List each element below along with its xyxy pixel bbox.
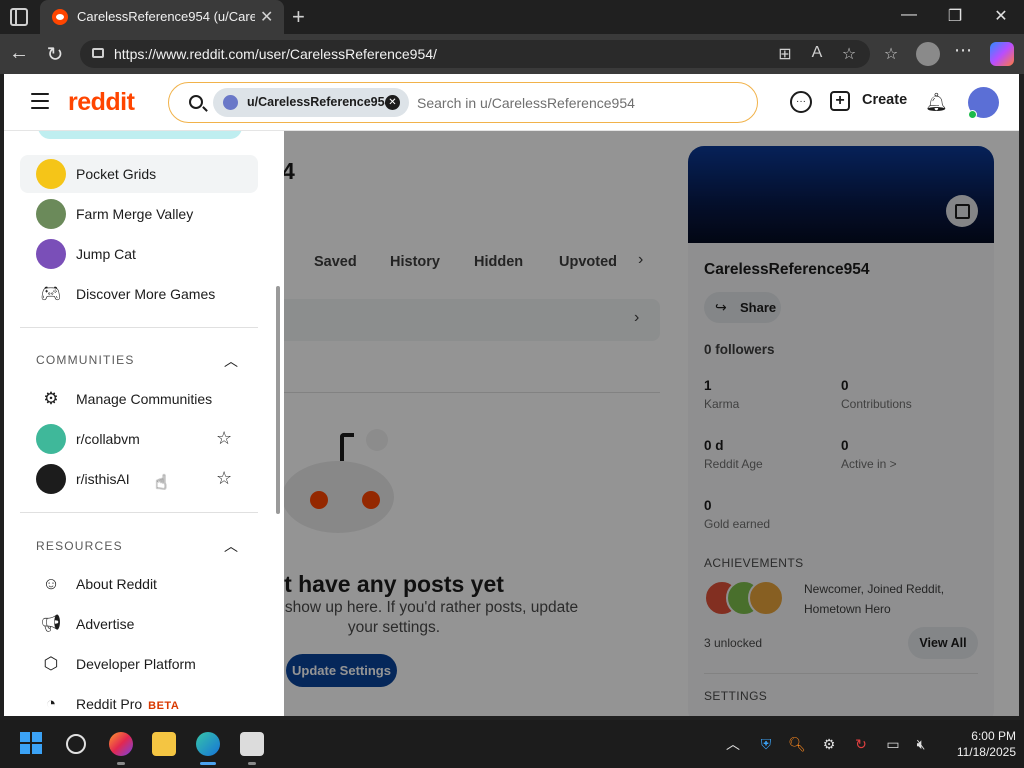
create-label: Create xyxy=(862,92,908,108)
file-explorer-icon[interactable] xyxy=(152,732,176,756)
pie-chart-icon: ◔ xyxy=(45,694,57,713)
running-indicator xyxy=(117,762,125,765)
clear-scope-icon[interactable]: ✕ xyxy=(385,95,400,110)
search-taskbar-icon[interactable] xyxy=(66,734,86,754)
browser-tab[interactable]: CarelessReference954 (u/CarelessReferenc… xyxy=(40,0,284,34)
chat-icon[interactable]: ··· xyxy=(790,91,812,113)
more-options-icon[interactable]: ⋯ xyxy=(954,40,972,61)
search-scope-chip: u/CarelessReference954 ✕ xyxy=(213,88,409,117)
drawer-item-discover-games[interactable]: 🎮︎ Discover More Games xyxy=(20,275,258,313)
megaphone-icon: 📢︎ xyxy=(40,614,62,633)
drawer-item-manage-communities[interactable]: ⚙︎ Manage Communities xyxy=(20,380,258,418)
sync-icon[interactable]: ↻ xyxy=(852,735,870,753)
drawer-item-reddit-pro[interactable]: ◔ Reddit Pro BETA xyxy=(20,685,258,716)
search-tool-icon[interactable]: 🔍︎ xyxy=(788,735,806,753)
reddit-header: reddit u/CarelessReference954 ✕ Search i… xyxy=(4,74,1019,131)
active-indicator xyxy=(200,762,216,765)
volume-muted-icon[interactable]: 🔇︎ xyxy=(912,735,930,753)
close-window-icon[interactable]: ✕ xyxy=(986,6,1016,26)
drawer-item-collabvm[interactable]: r/collabvm ☆ xyxy=(20,420,258,458)
new-tab-icon[interactable]: + xyxy=(292,4,305,30)
app-icon[interactable] xyxy=(240,732,264,756)
display-icon[interactable]: ▭ xyxy=(884,735,902,753)
collabvm-icon xyxy=(36,424,66,454)
reddit-logo[interactable]: reddit xyxy=(68,88,135,117)
browser-profile-icon[interactable] xyxy=(916,42,940,66)
search-bar[interactable]: u/CarelessReference954 ✕ Search in u/Car… xyxy=(168,82,758,123)
farm-merge-valley-icon xyxy=(36,199,66,229)
minimize-icon[interactable]: — xyxy=(894,6,924,24)
developer-icon: ⬡ xyxy=(43,654,59,673)
drawer-item-farm-merge-valley[interactable]: Farm Merge Valley xyxy=(20,195,258,233)
tab-close-icon[interactable]: ✕ xyxy=(260,7,273,27)
refresh-icon[interactable]: ↻ xyxy=(42,42,68,67)
drawer-item-jump-cat[interactable]: Jump Cat xyxy=(20,235,258,273)
search-input[interactable]: Search in u/CarelessReference954 xyxy=(417,95,635,111)
chevron-up-icon[interactable]: ︿ xyxy=(224,351,238,371)
app-available-icon[interactable]: ⊞ xyxy=(774,44,796,64)
chevron-up-icon[interactable]: ︿ xyxy=(224,536,238,556)
search-icon xyxy=(189,95,203,109)
drawer-item-advertise[interactable]: 📢︎ Advertise xyxy=(20,605,258,643)
system-clock[interactable]: 6:00 PM 11/18/2025 xyxy=(946,728,1016,760)
drawer-scrollbar-thumb[interactable] xyxy=(276,286,280,514)
security-icon[interactable]: ⛨ xyxy=(757,735,775,753)
mouse-cursor-icon: ☝︎ xyxy=(155,472,168,494)
favorites-icon[interactable]: ☆ xyxy=(880,44,902,64)
gear-icon: ⚙︎ xyxy=(43,389,59,408)
show-hidden-icons-icon[interactable]: ︿ xyxy=(724,735,742,753)
restore-icon[interactable]: ❐ xyxy=(940,6,970,26)
reddit-favicon-icon xyxy=(52,9,68,25)
tab-title: CarelessReference954 (u/CarelessReferenc… xyxy=(77,9,255,24)
communities-heading[interactable]: COMMUNITIES xyxy=(36,353,135,367)
back-icon[interactable]: ← xyxy=(6,42,32,65)
search-scope-label: u/CarelessReference954 xyxy=(247,95,392,109)
address-bar: ← ↻ https://www.reddit.com/user/Careless… xyxy=(0,34,1024,74)
copilot-icon[interactable] xyxy=(990,42,1014,66)
windows-taskbar: ︿ ⛨ 🔍︎ ⚙︎ ↻ ▭ 🔇︎ 6:00 PM 11/18/2025 xyxy=(0,720,1024,768)
reddit-page: reddit u/CarelessReference954 ✕ Search i… xyxy=(4,74,1019,716)
jump-cat-icon xyxy=(36,239,66,269)
user-avatar-icon xyxy=(223,95,238,110)
snoo-icon: ☺︎ xyxy=(42,574,60,593)
clock-date: 11/18/2025 xyxy=(956,745,1016,759)
divider xyxy=(20,327,258,328)
read-aloud-icon[interactable]: A xyxy=(806,44,828,62)
gamepad-icon: 🎮︎ xyxy=(40,284,62,303)
beta-badge: BETA xyxy=(148,700,180,712)
drawer-item-pocket-grids[interactable]: Pocket Grids xyxy=(20,155,258,193)
notifications-bell-icon[interactable]: 🔔︎ xyxy=(925,91,948,113)
url-field[interactable]: https://www.reddit.com/user/CarelessRefe… xyxy=(80,40,870,68)
tab-actions-icon[interactable] xyxy=(10,8,28,26)
menu-icon[interactable] xyxy=(31,93,49,109)
drawer-item-isthisai[interactable]: r/isthisAI ☆ xyxy=(20,460,258,498)
online-status-dot xyxy=(968,110,977,119)
favorite-star-icon[interactable]: ☆ xyxy=(838,44,860,64)
drawer-item-about-reddit[interactable]: ☺︎ About Reddit xyxy=(20,565,258,603)
site-info-icon[interactable] xyxy=(92,48,104,58)
firefox-icon[interactable] xyxy=(109,732,133,756)
plus-icon: + xyxy=(830,91,850,111)
isthisai-icon xyxy=(36,464,66,494)
browser-titlebar: CarelessReference954 (u/CarelessReferenc… xyxy=(0,0,1024,34)
favorite-star-icon[interactable]: ☆ xyxy=(216,468,232,489)
pocket-grids-icon xyxy=(36,159,66,189)
reddit-pro-label: Reddit Pro xyxy=(76,696,143,712)
nav-drawer: Pocket Grids Farm Merge Valley Jump Cat … xyxy=(4,131,284,716)
running-indicator xyxy=(248,762,256,765)
edge-icon[interactable] xyxy=(196,732,220,756)
divider xyxy=(20,512,258,513)
favorite-star-icon[interactable]: ☆ xyxy=(216,428,232,449)
drawer-item-developer-platform[interactable]: ⬡ Developer Platform xyxy=(20,645,258,683)
url-text[interactable]: https://www.reddit.com/user/CarelessRefe… xyxy=(114,46,437,62)
settings-tray-icon[interactable]: ⚙︎ xyxy=(820,735,838,753)
start-button-icon[interactable] xyxy=(20,732,44,756)
clock-time: 6:00 PM xyxy=(971,729,1016,743)
drawer-top-item[interactable] xyxy=(38,131,242,139)
resources-heading[interactable]: RESOURCES xyxy=(36,539,123,553)
